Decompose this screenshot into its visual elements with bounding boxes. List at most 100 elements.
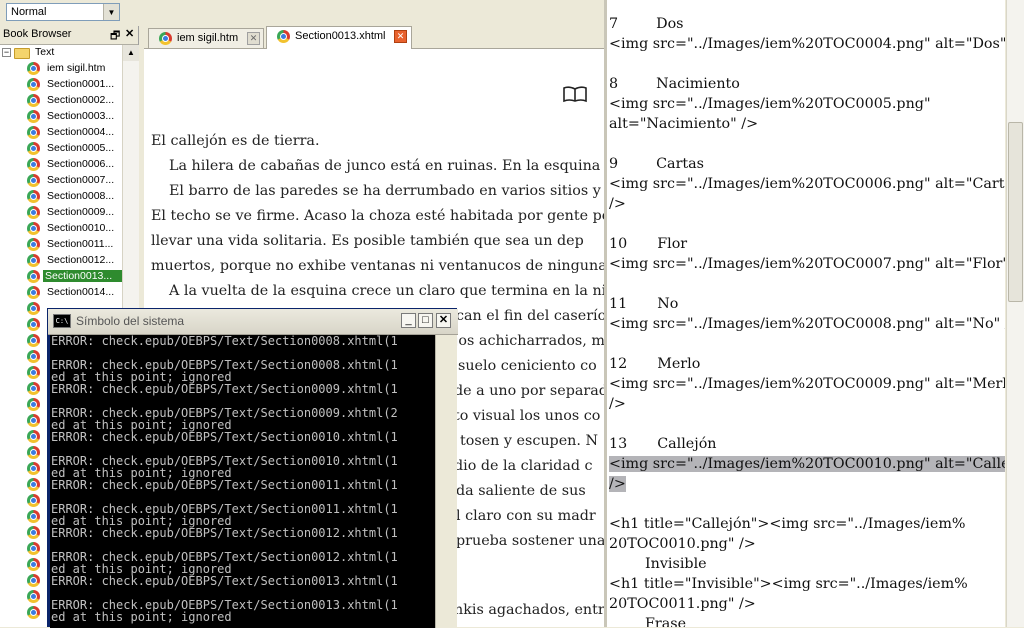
chrome-icon (27, 510, 40, 523)
chevron-down-icon[interactable]: ▼ (103, 4, 119, 20)
close-tab-icon[interactable]: ✕ (394, 30, 407, 43)
paragraph-text: l claro con su madr (456, 508, 596, 524)
code-line: 20TOC0011.png" /> (609, 596, 756, 612)
console-scrollbar[interactable] (435, 335, 457, 628)
file-label: Section0001... (47, 78, 115, 90)
tree-file-item[interactable]: Section0007... (0, 173, 122, 189)
tree-file-item[interactable]: Section0004... (0, 125, 122, 141)
toc-title: Flor (657, 236, 688, 252)
tree-file-item[interactable]: Section0009... (0, 205, 122, 221)
chrome-icon (27, 286, 40, 299)
code-line: /> (609, 476, 626, 492)
tree-file-item[interactable]: iem sigil.htm (0, 61, 122, 77)
file-label: Section0011... (47, 238, 114, 250)
tree-file-item[interactable]: Section0013... (0, 269, 122, 285)
code-line: <img src="../Images/iem%20TOC0010.png" a… (609, 456, 1005, 472)
chrome-icon (27, 94, 40, 107)
toc-entry-heading: 9 Cartas (609, 156, 704, 172)
file-label: Section0007... (47, 174, 115, 186)
toc-title: Nacimiento (656, 76, 740, 92)
tree-file-item[interactable]: Section0003... (0, 109, 122, 125)
chrome-icon (27, 270, 40, 283)
tree-file-item[interactable]: Section0008... (0, 189, 122, 205)
toc-number: 12 (609, 356, 628, 372)
scroll-up-icon[interactable]: ▲ (123, 45, 139, 61)
tree-folder-text[interactable]: − Text (0, 45, 122, 61)
paragraph-text: nkis agachados, entre (454, 602, 604, 618)
tree-file-item[interactable]: Section0011... (0, 237, 122, 253)
paragraph-text: de a uno por separad (454, 383, 604, 399)
file-label: Section0002... (47, 94, 115, 106)
tree-file-item[interactable]: Section0002... (0, 93, 122, 109)
toc-number: 13 (609, 436, 628, 452)
float-panel-icon[interactable]: 🗗 (110, 27, 120, 46)
paragraph-text: dio de la claridad c (454, 458, 593, 474)
tree-file-item[interactable]: Section0012... (0, 253, 122, 269)
style-dropdown[interactable]: Normal ▼ (6, 3, 120, 21)
paragraph-text: La hilera de cabañas de junco está en ru… (169, 158, 604, 174)
paragraph-text: El techo se ve firme. Acaso la choza est… (151, 208, 604, 224)
close-button[interactable]: ✕ (436, 313, 451, 328)
console-icon: C:\ (53, 314, 71, 328)
tab-iem-sigil[interactable]: iem sigil.htm ✕ (148, 28, 264, 48)
chrome-icon (27, 382, 40, 395)
file-label: Section0004... (47, 126, 115, 138)
paragraph-text: muertos, porque no exhibe ventanas ni ve… (151, 258, 604, 274)
command-prompt-window[interactable]: C:\ Símbolo del sistema _ □ ✕ ERROR: che… (47, 308, 458, 628)
code-line: 20TOC0010.png" /> (609, 536, 756, 552)
toc-title: Cartas (656, 156, 705, 172)
console-line: ERROR: check.epub/OEBPS/Text/Section0012… (51, 526, 398, 540)
code-line: <img src="../Images/iem%20TOC0005.png" (609, 96, 931, 112)
code-line: <img src="../Images/iem%20TOC0006.png" a… (609, 176, 1005, 192)
chrome-icon (27, 318, 40, 331)
tab-label: Section0013.xhtml (295, 30, 386, 42)
console-line: ERROR: check.epub/OEBPS/Text/Section0008… (51, 335, 398, 348)
paragraph-text: El callejón es de tierra. (151, 133, 320, 149)
chrome-icon (27, 606, 40, 619)
chrome-icon (27, 158, 40, 171)
paragraph-text: tosen y escupen. N (460, 433, 598, 449)
close-icon[interactable]: ✕ (125, 27, 134, 40)
code-line: <h1 title="Callejón"><img src="../Images… (609, 516, 966, 532)
tree-file-item[interactable]: Section0006... (0, 157, 122, 173)
toc-number: 11 (609, 296, 628, 312)
code-text: Frase (645, 616, 687, 627)
chrome-icon (27, 238, 40, 251)
chrome-icon (27, 398, 40, 411)
chrome-icon (27, 590, 40, 603)
chrome-icon (27, 254, 40, 267)
chrome-icon (27, 190, 40, 203)
console-line: ERROR: check.epub/OEBPS/Text/Section0011… (51, 478, 398, 492)
collapse-icon[interactable]: − (2, 48, 11, 57)
paragraph-text: prueba sostener una (456, 533, 604, 549)
chrome-icon (27, 446, 40, 459)
chrome-icon (27, 542, 40, 555)
code-view-scrollbar[interactable] (1006, 0, 1024, 627)
console-line: ed at this point; ignored (51, 610, 232, 624)
tree-file-item[interactable]: Section0001... (0, 77, 122, 93)
scrollbar-thumb[interactable] (1008, 122, 1023, 302)
maximize-button[interactable]: □ (418, 313, 433, 328)
toc-number: 9 (609, 156, 619, 172)
minimize-button[interactable]: _ (401, 313, 416, 328)
chrome-icon (27, 206, 40, 219)
tree-file-item[interactable]: Section0005... (0, 141, 122, 157)
command-prompt-titlebar[interactable]: C:\ Símbolo del sistema _ □ ✕ (48, 309, 458, 335)
chrome-icon (27, 494, 40, 507)
close-tab-icon[interactable]: ✕ (247, 32, 260, 45)
chrome-icon (27, 430, 40, 443)
chrome-icon (27, 334, 40, 347)
tab-section0013[interactable]: Section0013.xhtml ✕ (266, 26, 412, 49)
code-text: Invisible (645, 556, 707, 572)
code-line: <img src="../Images/iem%20TOC0008.png" a… (609, 316, 1005, 332)
folder-label: Text (35, 46, 55, 58)
tree-file-item[interactable]: Section0014... (0, 285, 122, 301)
toc-number: 7 (609, 16, 619, 32)
code-view[interactable]: 7 Dos <img src="../Images/iem%20TOC0004.pn… (607, 0, 1005, 627)
file-label: Section0006... (47, 158, 115, 170)
tab-label: iem sigil.htm (177, 32, 239, 44)
tab-bar: iem sigil.htm ✕ Section0013.xhtml ✕ (144, 26, 604, 49)
book-browser-title: Book Browser (3, 28, 72, 40)
book-icon (563, 86, 587, 103)
tree-file-item[interactable]: Section0010... (0, 221, 122, 237)
